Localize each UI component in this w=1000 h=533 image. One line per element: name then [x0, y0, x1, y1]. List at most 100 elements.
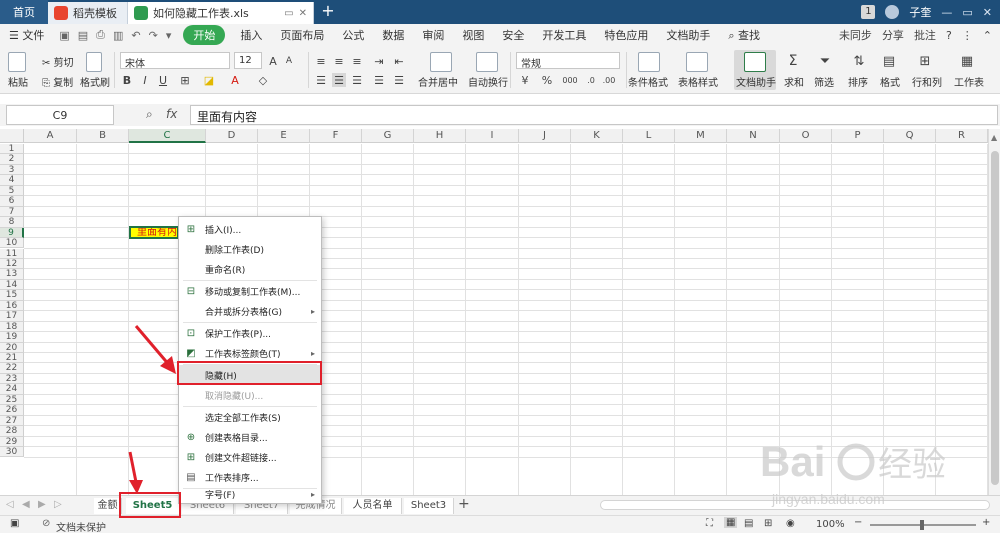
tab-document[interactable]: 如何隐藏工作表.xls ▭ ✕ [128, 2, 314, 24]
zoom-in-button[interactable]: + [982, 517, 990, 528]
paste-button[interactable]: 粘贴 [8, 74, 28, 89]
menu-item-hide[interactable]: 隐藏(H) [179, 365, 321, 385]
restore-icon[interactable]: ▭ [284, 8, 293, 19]
new-tab-button[interactable]: + [314, 0, 342, 24]
menu-item-protect-sheet[interactable]: ⊡ 保护工作表(P)... [179, 323, 321, 343]
italic-button[interactable]: I [138, 73, 152, 87]
row-header-2[interactable]: 2 [0, 154, 24, 165]
align-middle-icon[interactable]: ≡ [332, 54, 346, 68]
scrollbar-thumb[interactable] [991, 151, 999, 485]
column-header-P[interactable]: P [832, 129, 884, 143]
row-header-22[interactable]: 22 [0, 363, 24, 374]
row-header-21[interactable]: 21 [0, 353, 24, 364]
fx-icon[interactable]: fx [166, 107, 177, 121]
user-name[interactable]: 子奎 [909, 4, 931, 20]
search-button[interactable]: ⌕ 查找 [719, 27, 769, 43]
row-header-18[interactable]: 18 [0, 321, 24, 333]
row-header-3[interactable]: 3 [0, 164, 24, 176]
conditional-format-button[interactable]: 条件格式 [628, 74, 668, 89]
tab-data[interactable]: 数据 [373, 27, 413, 43]
next-sheet-icon[interactable]: ▶ [38, 499, 46, 510]
font-name-select[interactable]: 宋体 [120, 52, 230, 70]
tab-view[interactable]: 视图 [453, 27, 493, 43]
number-format-select[interactable]: 常规 [516, 52, 620, 70]
row-header-4[interactable]: 4 [0, 175, 24, 186]
cell-c9[interactable]: 里面有内容 [129, 225, 179, 240]
normal-view-icon[interactable]: ▦ [724, 517, 738, 528]
row-header-19[interactable]: 19 [0, 332, 24, 343]
row-header-17[interactable]: 17 [0, 311, 24, 322]
row-header-11[interactable]: 11 [0, 248, 24, 259]
close-window-button[interactable]: ✕ [983, 6, 992, 19]
distributed-icon[interactable]: ☰ [392, 73, 406, 87]
row-header-5[interactable]: 5 [0, 185, 24, 197]
row-header-6[interactable]: 6 [0, 196, 24, 207]
eye-protect-icon[interactable]: ◉ [786, 518, 795, 529]
maximize-button[interactable]: ▭ [962, 6, 972, 19]
spreadsheet-grid[interactable]: ABCDEFGHIJKLMNOPQR 1 2 3 4 5 6 7 8 9 10 11 12 13 14 15… [0, 129, 988, 495]
shrink-font-icon[interactable]: A [282, 54, 296, 68]
zoom-slider-handle[interactable] [920, 520, 924, 530]
menu-item-delete-sheet[interactable]: 删除工作表(D) [179, 239, 321, 259]
select-all-corner[interactable] [0, 129, 24, 143]
menu-item-font-size[interactable]: 字号(F) ▸ [179, 485, 321, 503]
tab-review[interactable]: 审阅 [413, 27, 453, 43]
file-menu[interactable]: ☰ 文件 [0, 27, 53, 43]
row-header-1[interactable]: 1 [0, 144, 24, 155]
tab-doc-assistant[interactable]: 文档助手 [657, 27, 719, 43]
window-count-badge[interactable]: 1 [861, 5, 876, 19]
fullscreen-icon[interactable]: ⛶ [706, 518, 713, 529]
row-header-13[interactable]: 13 [0, 269, 24, 280]
row-header-8[interactable]: 8 [0, 217, 24, 228]
indent-icon[interactable]: ⇥ [372, 54, 386, 68]
row-header-27[interactable]: 27 [0, 415, 24, 427]
scroll-up-icon[interactable]: ▲ [991, 133, 997, 142]
sheet-tab-sheet3[interactable]: Sheet3 [404, 498, 454, 514]
column-header-I[interactable]: I [466, 129, 519, 143]
tab-home-start[interactable]: 开始 [183, 25, 226, 45]
share-button[interactable]: 分享 [882, 27, 904, 43]
zoom-level[interactable]: 100% [816, 519, 845, 530]
copy-button[interactable]: ⎘ 复制 [42, 74, 73, 89]
close-icon[interactable]: ✕ [299, 8, 307, 19]
merge-center-icon[interactable] [430, 52, 452, 72]
column-header-C[interactable]: C [129, 129, 206, 143]
avatar[interactable] [885, 5, 900, 19]
row-header-7[interactable]: 7 [0, 206, 24, 218]
save-icon[interactable]: ▣ [59, 29, 69, 42]
first-sheet-icon[interactable]: ◁ [6, 499, 14, 510]
page-break-icon[interactable]: ⊞ [764, 518, 772, 529]
merge-center-button[interactable]: 合并居中 [418, 74, 458, 89]
column-header-R[interactable]: R [936, 129, 988, 143]
menu-item-create-hyperlink[interactable]: ⊞ 创建文件超链接... [179, 447, 321, 467]
row-header-30[interactable]: 30 [0, 447, 24, 458]
undo-icon[interactable]: ↶ [131, 29, 140, 42]
underline-button[interactable]: U [156, 73, 170, 87]
cut-button[interactable]: ✂ 剪切 [42, 54, 74, 69]
doc-assistant-icon[interactable] [744, 52, 766, 72]
clear-format-icon[interactable]: ◇ [256, 73, 270, 87]
row-header-20[interactable]: 20 [0, 342, 24, 353]
zoom-out-button[interactable]: − [854, 517, 862, 528]
align-left-icon[interactable]: ☰ [314, 73, 328, 87]
tab-page-layout[interactable]: 页面布局 [271, 27, 333, 43]
tab-formulas[interactable]: 公式 [333, 27, 373, 43]
column-header-B[interactable]: B [77, 129, 129, 143]
sync-status[interactable]: 未同步 [839, 27, 872, 43]
font-size-select[interactable]: 12 [234, 52, 262, 69]
print-icon[interactable]: ⎙ [96, 28, 105, 42]
column-header-Q[interactable]: Q [884, 129, 936, 143]
column-header-E[interactable]: E [258, 129, 310, 143]
border-icon[interactable]: ⊞ [178, 73, 192, 87]
menu-item-insert[interactable]: ⊞ 插入(I)... [179, 219, 321, 239]
menu-item-create-catalog[interactable]: ⊕ 创建表格目录... [179, 427, 321, 447]
menu-item-tab-color[interactable]: ◩ 工作表标签颜色(T) ▸ [179, 343, 321, 363]
row-header-24[interactable]: 24 [0, 384, 24, 395]
tab-developer[interactable]: 开发工具 [533, 27, 595, 43]
column-header-D[interactable]: D [206, 129, 258, 143]
doc-assistant-button[interactable]: 文档助手 [736, 74, 776, 89]
column-header-O[interactable]: O [780, 129, 832, 143]
column-header-M[interactable]: M [675, 129, 727, 143]
menu-item-move-copy[interactable]: ⊟ 移动或复制工作表(M)... [179, 281, 321, 301]
bold-button[interactable]: B [120, 73, 134, 87]
